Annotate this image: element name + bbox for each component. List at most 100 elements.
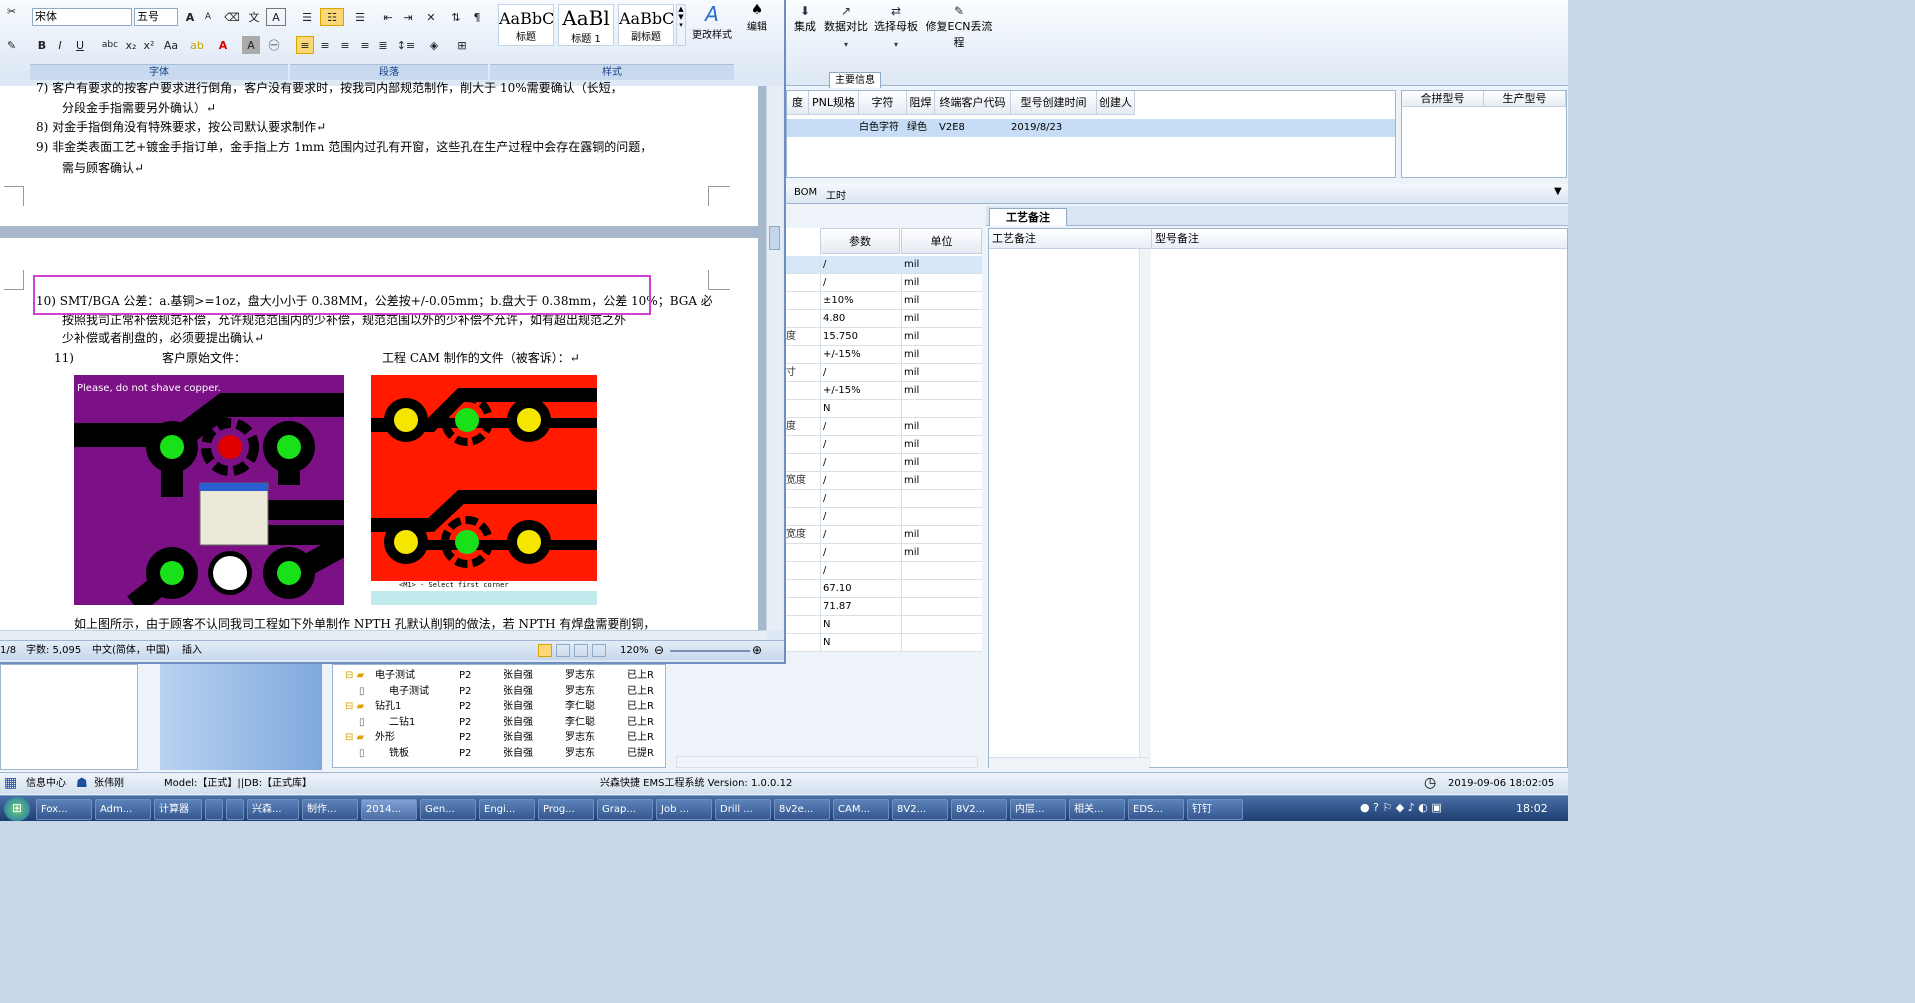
tree-name[interactable]: 电子测试: [375, 668, 415, 683]
table-row[interactable]: 度 15.750 mil: [786, 328, 982, 346]
show-marks-icon[interactable]: ¶: [468, 8, 486, 26]
style-title[interactable]: AaBbC 标题: [498, 4, 554, 46]
bold-icon[interactable]: B: [34, 36, 50, 54]
table-row[interactable]: / mil: [786, 274, 982, 292]
superscript-icon[interactable]: x²: [140, 36, 158, 54]
print-layout-icon[interactable]: [538, 644, 552, 657]
taskbar-item[interactable]: Fox...: [36, 799, 92, 820]
taskbar-item[interactable]: 内层...: [1010, 799, 1066, 820]
taskbar-item[interactable]: 8V2...: [951, 799, 1007, 820]
customer-original-image[interactable]: Please, do not shave copper.: [74, 375, 344, 605]
change-case-icon[interactable]: Aa: [160, 36, 182, 54]
subscript-icon[interactable]: x₂: [122, 36, 140, 54]
taskbar-item[interactable]: 钉钉: [1187, 799, 1243, 820]
zoom-slider[interactable]: [670, 650, 750, 652]
font-name-select[interactable]: 宋体: [32, 8, 132, 26]
sort-icon[interactable]: ⇅: [446, 8, 466, 26]
table-row[interactable]: /: [786, 508, 982, 526]
column-header[interactable]: 型号创建时间: [1011, 91, 1097, 115]
table-row[interactable]: / mil: [786, 544, 982, 562]
column-header[interactable]: 度: [787, 91, 809, 115]
align-center-icon[interactable]: ≡: [316, 36, 334, 54]
align-left-icon[interactable]: ≡: [296, 36, 314, 54]
language[interactable]: 中文(简体，中国): [92, 641, 170, 660]
column-header[interactable]: 合拼型号: [1402, 91, 1484, 107]
repair-ecn-button[interactable]: ✎ 修复ECN丢流程: [924, 4, 994, 50]
integrate-button[interactable]: ⬇ 集成: [790, 4, 820, 34]
vertical-scrollbar[interactable]: [766, 86, 782, 630]
horizontal-scrollbar[interactable]: [0, 630, 766, 640]
char-border-icon[interactable]: A: [266, 8, 286, 26]
taskbar-item[interactable]: [226, 799, 244, 820]
cut-icon[interactable]: ✂: [6, 2, 17, 20]
taskbar-item[interactable]: [205, 799, 223, 820]
scroll-thumb[interactable]: [769, 226, 780, 250]
zoom-level[interactable]: 120%: [620, 641, 649, 660]
table-row[interactable]: 67.10: [786, 580, 982, 598]
tab-main-info[interactable]: 主要信息: [829, 72, 881, 88]
format-painter-icon[interactable]: ✎: [6, 36, 17, 54]
word-count[interactable]: 字数: 5,095: [26, 641, 81, 660]
column-header[interactable]: 阻焊: [907, 91, 935, 115]
column-header[interactable]: PNL规格: [809, 91, 859, 115]
table-row[interactable]: /: [786, 562, 982, 580]
font-size-select[interactable]: 五号: [134, 8, 178, 26]
increase-indent-icon[interactable]: ⇥: [398, 8, 418, 26]
scrollbar[interactable]: [989, 757, 1149, 769]
bullets-icon[interactable]: ☰: [296, 8, 318, 26]
taskbar-item[interactable]: EDS...: [1128, 799, 1184, 820]
tab-process-notes[interactable]: 工艺备注: [989, 208, 1067, 226]
justify-icon[interactable]: ≡: [356, 36, 374, 54]
table-row[interactable]: 宽度 / mil: [786, 472, 982, 490]
page-count[interactable]: 1/8: [0, 641, 16, 660]
table-row[interactable]: 71.87: [786, 598, 982, 616]
table-row[interactable]: / mil: [786, 436, 982, 454]
select-mother-board-button[interactable]: ⇄ 选择母板 ▾: [874, 4, 918, 49]
taskbar-item[interactable]: 8v2e...: [774, 799, 830, 820]
outline-icon[interactable]: [592, 644, 606, 657]
enclose-char-icon[interactable]: ㊀: [264, 36, 284, 54]
distributed-icon[interactable]: ≣: [374, 36, 392, 54]
tree-name[interactable]: 钻孔1: [375, 699, 401, 714]
zoom-out-icon[interactable]: ⊖: [654, 641, 664, 660]
web-layout-icon[interactable]: [574, 644, 588, 657]
style-subtitle[interactable]: AaBbC 副标题: [618, 4, 674, 46]
taskbar-item[interactable]: Grap...: [597, 799, 653, 820]
taskbar-item[interactable]: Job ...: [656, 799, 712, 820]
taskbar-item[interactable]: Adm...: [95, 799, 151, 820]
table-row[interactable]: / mil: [786, 256, 982, 274]
start-button[interactable]: ⊞: [4, 797, 30, 821]
taskbar-item[interactable]: CAM...: [833, 799, 889, 820]
compare-data-button[interactable]: ↗ 数据对比 ▾: [822, 4, 870, 49]
insert-mode[interactable]: 插入: [182, 641, 202, 660]
underline-icon[interactable]: U: [70, 36, 90, 54]
char-shading-icon[interactable]: A: [242, 36, 260, 54]
edit-button[interactable]: ♠ 编辑: [742, 2, 772, 33]
taskbar-item[interactable]: 制作...: [302, 799, 358, 820]
chevron-down-icon[interactable]: ▼: [1554, 186, 1562, 197]
line-spacing-icon[interactable]: ↕≡: [394, 36, 418, 54]
table-row[interactable]: N: [786, 616, 982, 634]
tab-hours[interactable]: 工时: [826, 187, 846, 202]
decrease-indent-icon[interactable]: ⇤: [378, 8, 398, 26]
table-row[interactable]: /: [786, 490, 982, 508]
column-header[interactable]: 参数: [820, 228, 900, 254]
highlight-icon[interactable]: ab: [186, 36, 208, 54]
taskbar-item[interactable]: 兴森...: [247, 799, 299, 820]
document-area[interactable]: 7) 客户有要求的按客户要求进行倒角，客户没有要求时，按我司内部规范制作，削大于…: [0, 81, 766, 638]
column-header[interactable]: 创建人: [1097, 91, 1135, 115]
shading-icon[interactable]: ◈: [422, 36, 446, 54]
clear-format-icon[interactable]: ⌫: [222, 8, 242, 26]
column-header[interactable]: 字符: [859, 91, 907, 115]
borders-icon[interactable]: ⊞: [450, 36, 474, 54]
taskbar-item[interactable]: Prog...: [538, 799, 594, 820]
taskbar-item[interactable]: 8V2...: [892, 799, 948, 820]
grow-font-icon[interactable]: A: [182, 8, 198, 26]
table-row[interactable]: / mil: [786, 454, 982, 472]
zoom-in-icon[interactable]: ⊕: [752, 641, 762, 660]
tree-name[interactable]: 铣板: [389, 746, 409, 761]
table-row[interactable]: N: [786, 634, 982, 652]
table-row[interactable]: +/-15% mil: [786, 382, 982, 400]
info-center-link[interactable]: 信息中心: [26, 773, 66, 794]
table-row[interactable]: N: [786, 400, 982, 418]
